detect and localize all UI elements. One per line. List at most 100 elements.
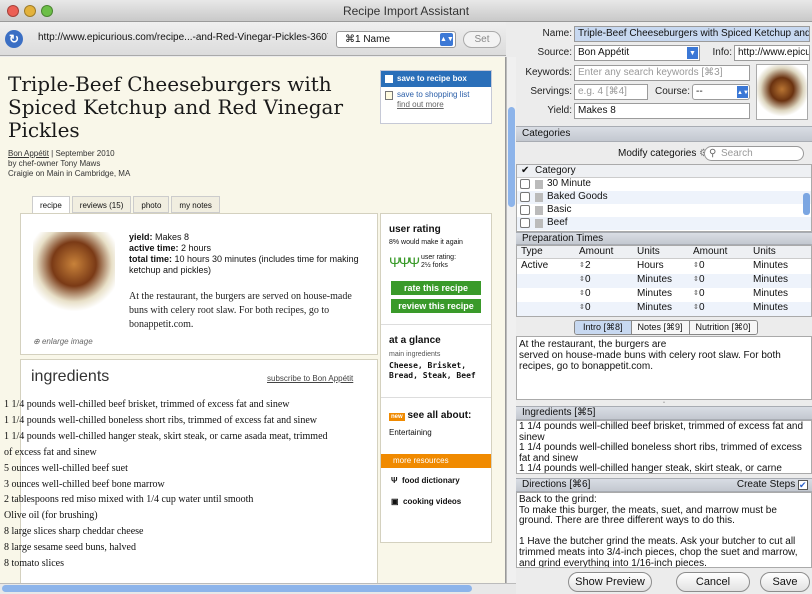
categories-header: Categories <box>516 126 812 142</box>
prep-cell[interactable]: Active <box>521 260 548 272</box>
category-checkbox[interactable] <box>520 218 530 228</box>
prep-cell[interactable]: Minutes <box>753 274 788 286</box>
box-icon <box>385 75 393 83</box>
prep-row[interactable]: Active 2 ⇕ Hours 0 ⇕ Minutes <box>517 260 811 274</box>
tab-recipe[interactable]: recipe <box>32 196 70 213</box>
cooking-videos-link[interactable]: ▣ cooking videos <box>391 497 461 506</box>
course-select[interactable]: -- ▲▼ <box>692 84 750 100</box>
checkbox-checked-icon[interactable]: ✔ <box>798 480 808 490</box>
tab-my-notes[interactable]: my notes <box>171 196 220 213</box>
save-box: save to recipe box save to shopping list… <box>380 70 492 124</box>
minimize-button[interactable] <box>24 5 36 17</box>
rate-button[interactable]: rate this recipe <box>391 281 481 295</box>
stepper-icon[interactable]: ⇕ <box>693 274 701 286</box>
tab-nutrition[interactable]: Nutrition [⌘0] <box>689 321 757 334</box>
close-button[interactable] <box>7 5 19 17</box>
category-checkbox[interactable] <box>520 205 530 215</box>
ingredient-line: 3 ounces well-chilled beef bone marrow <box>4 478 165 490</box>
modify-categories-button[interactable]: Modify categories ⚙ <box>618 148 708 159</box>
recipe-meta: Bon Appétit | September 2010 by chef-own… <box>8 149 308 179</box>
prep-cell[interactable]: Minutes <box>637 288 672 300</box>
zoom-button[interactable] <box>41 5 53 17</box>
save-shopping-link[interactable]: save to shopping list find out more <box>381 87 491 110</box>
save-recipe-box-button[interactable]: save to recipe box <box>381 71 491 87</box>
food-dictionary-link[interactable]: Ψ food dictionary <box>391 476 460 485</box>
stepper-icon[interactable]: ⇕ <box>579 302 587 314</box>
cancel-button[interactable]: Cancel <box>676 572 750 592</box>
create-steps-toggle[interactable]: Create Steps ✔ <box>737 479 808 491</box>
web-vertical-scrollbar[interactable] <box>506 57 516 583</box>
entertaining-link[interactable]: Entertaining <box>389 428 432 437</box>
modify-categories-label: Modify categories <box>618 148 697 159</box>
name-field[interactable]: Triple-Beef Cheeseburgers with Spiced Ke… <box>574 26 810 42</box>
category-checkbox[interactable] <box>520 192 530 202</box>
directions-textarea[interactable]: Back to the grind: To make this burger, … <box>516 492 812 568</box>
category-checkbox[interactable] <box>520 179 530 189</box>
save-shopping-label: save to shopping list <box>397 90 470 99</box>
see-all-heading: new see all about: <box>389 410 471 421</box>
recipe-times: yield: Makes 8 active time: 2 hours tota… <box>129 232 361 276</box>
tab-notes[interactable]: Notes [⌘9] <box>631 321 690 334</box>
prep-cell[interactable]: Minutes <box>753 288 788 300</box>
prep-row[interactable]: 0 ⇕ Minutes 0 ⇕ Minutes <box>517 288 811 302</box>
show-preview-button[interactable]: Show Preview <box>568 572 652 592</box>
table-header: ✔ Category <box>517 165 811 178</box>
stepper-icon[interactable]: ⇕ <box>693 288 701 300</box>
ingredient-list: 1 1/4 pounds well-chilled beef brisket, … <box>4 397 376 572</box>
info-field[interactable]: http://www.epicurious.com <box>734 45 810 61</box>
stepper-icon[interactable]: ⇕ <box>579 288 587 300</box>
source-select[interactable]: Bon Appétit ▼ <box>574 45 700 61</box>
set-button[interactable]: Set <box>463 31 501 48</box>
stepper-icon[interactable]: ⇕ <box>579 260 587 272</box>
intro-textarea[interactable]: At the restaurant, the burgers are serve… <box>516 336 812 400</box>
stepper-icon[interactable]: ⇕ <box>693 260 701 272</box>
prep-cell[interactable]: Hours <box>637 260 664 272</box>
active-value: 2 hours <box>178 243 212 253</box>
save-recipe-box-label: save to recipe box <box>397 74 467 83</box>
category-row[interactable]: Baked Goods <box>517 191 811 204</box>
window-titlebar: Recipe Import Assistant <box>0 0 812 22</box>
prep-cell[interactable]: Minutes <box>753 302 788 314</box>
ingredients-textarea[interactable]: 1 1/4 pounds well-chilled beef brisket, … <box>516 420 812 474</box>
web-horizontal-scrollbar[interactable] <box>0 583 516 594</box>
scroll-thumb[interactable] <box>803 193 810 215</box>
category-search[interactable]: ⚲ Search <box>704 146 804 161</box>
prep-row[interactable]: 0 ⇕ Minutes 0 ⇕ Minutes <box>517 302 811 316</box>
review-button[interactable]: review this recipe <box>391 299 481 313</box>
subscribe-link[interactable]: subscribe to Bon Appétit <box>267 374 353 383</box>
source-link[interactable]: Bon Appétit <box>8 149 49 158</box>
field-select[interactable]: ⌘1 Name ▲▼ <box>336 31 456 48</box>
recipe-title: Triple-Beef Cheeseburgers with Spiced Ke… <box>8 72 344 142</box>
category-row[interactable]: 30 Minute <box>517 178 811 191</box>
category-row[interactable]: Beef <box>517 217 811 230</box>
name-label: Name: <box>542 28 572 39</box>
find-out-more-link[interactable]: find out more <box>397 100 444 109</box>
search-placeholder: Search <box>721 148 753 159</box>
scroll-thumb[interactable] <box>2 585 472 592</box>
notes-tabs: Intro [⌘8] Notes [⌘9] Nutrition [⌘0] <box>574 320 758 335</box>
main-ingredients: Cheese, Brisket, Bread, Steak, Beef <box>389 361 476 380</box>
enlarge-image-link[interactable]: ⊕ enlarge image <box>33 337 93 346</box>
yield-field[interactable]: Makes 8 <box>574 103 750 119</box>
yield-label: yield: <box>129 232 153 242</box>
stepper-icon[interactable]: ⇕ <box>579 274 587 286</box>
reload-icon[interactable]: ↻ <box>5 30 23 48</box>
prep-cell[interactable]: Minutes <box>637 274 672 286</box>
tab-reviews[interactable]: reviews (15) <box>71 196 132 213</box>
tab-intro[interactable]: Intro [⌘8] <box>575 321 632 334</box>
prep-cell[interactable]: Minutes <box>753 260 788 272</box>
food-dictionary-label: food dictionary <box>401 476 460 485</box>
tab-photo[interactable]: photo <box>133 196 170 213</box>
keywords-field[interactable]: Enter any search keywords [⌘3] <box>574 65 750 81</box>
recipe-image-well[interactable] <box>756 64 808 120</box>
recipe-photo[interactable] <box>33 232 115 312</box>
stepper-icon[interactable]: ⇕ <box>693 302 701 314</box>
save-button[interactable]: Save <box>760 572 810 592</box>
prep-row[interactable]: 0 ⇕ Minutes 0 ⇕ Minutes <box>517 274 811 288</box>
category-row[interactable]: Basic <box>517 204 811 217</box>
prep-cell[interactable]: Minutes <box>637 302 672 314</box>
servings-field[interactable]: e.g. 4 [⌘4] <box>574 84 648 100</box>
url-text[interactable]: http://www.epicurious.com/recipe...-and-… <box>38 32 328 43</box>
scroll-thumb[interactable] <box>508 107 515 207</box>
prep-table: Type Amount Units Amount Units Active 2 ⇕ Hours… <box>516 245 812 317</box>
